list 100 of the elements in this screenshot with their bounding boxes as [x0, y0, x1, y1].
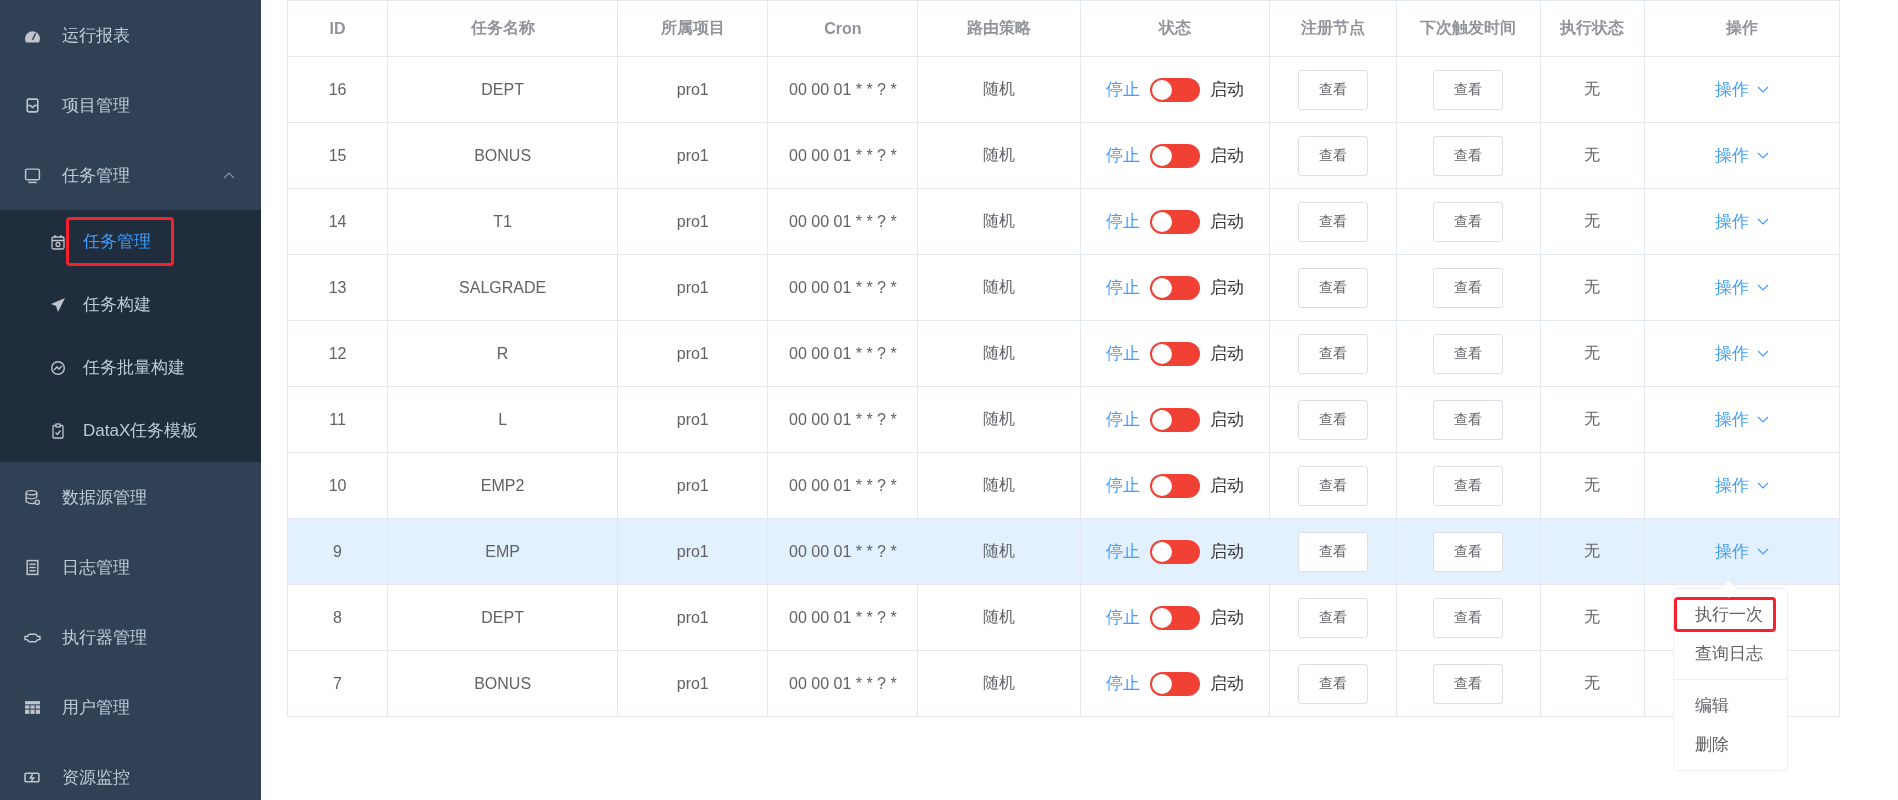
- table-row[interactable]: 10 EMP2 pro1 00 00 01 * * ? * 随机 停止 启动 查看 查看 无 操作: [287, 452, 1840, 519]
- database-icon: [24, 488, 41, 506]
- view-button[interactable]: 查看: [1433, 399, 1504, 440]
- table-cell: 00 00 01 * * ? *: [767, 386, 918, 453]
- caret-icon: [1756, 547, 1769, 556]
- toggle-switch[interactable]: [1150, 209, 1201, 234]
- column-header: 路由策略: [917, 0, 1081, 57]
- menu-item[interactable]: 项目管理: [0, 70, 261, 140]
- table-cell: 无: [1540, 254, 1645, 321]
- view-button[interactable]: 查看: [1297, 333, 1368, 374]
- menu-item[interactable]: 用户管理: [0, 672, 261, 742]
- menu-item[interactable]: 运行报表: [0, 0, 261, 70]
- table-cell: pro1: [617, 320, 768, 387]
- table-cell: 00 00 01 * * ? *: [767, 650, 918, 717]
- caret-icon: [1756, 349, 1769, 358]
- table-cell: 00 00 01 * * ? *: [767, 122, 918, 189]
- submenu-item[interactable]: 任务管理: [0, 210, 261, 273]
- table-cell: 00 00 01 * * ? *: [767, 320, 918, 387]
- column-header: Cron: [767, 0, 918, 57]
- view-button[interactable]: 查看: [1297, 465, 1368, 506]
- table-cell: 15: [287, 122, 388, 189]
- table-cell: SALGRADE: [387, 254, 618, 321]
- menu-item[interactable]: 日志管理: [0, 532, 261, 602]
- view-button[interactable]: 查看: [1433, 597, 1504, 638]
- table-row[interactable]: 12 R pro1 00 00 01 * * ? * 随机 停止 启动 查看 查看 无 操作: [287, 320, 1840, 387]
- dial-icon: [50, 359, 66, 376]
- grid-icon: [24, 698, 41, 716]
- view-button[interactable]: 查看: [1433, 267, 1504, 308]
- switch-label[interactable]: 启动: [1210, 144, 1245, 167]
- view-button[interactable]: 查看: [1297, 399, 1368, 440]
- table-cell: pro1: [617, 188, 768, 255]
- switch-label[interactable]: 启动: [1210, 474, 1245, 497]
- table-cell: 无: [1540, 122, 1645, 189]
- view-button[interactable]: 查看: [1433, 663, 1504, 704]
- table-cell: 13: [287, 254, 388, 321]
- submenu-label: 任务构建: [82, 294, 152, 316]
- switch-label[interactable]: 启动: [1210, 78, 1245, 101]
- toggle-switch[interactable]: [1150, 605, 1201, 630]
- view-button[interactable]: 查看: [1433, 333, 1504, 374]
- table-row[interactable]: 9 EMP pro1 00 00 01 * * ? * 随机 停止 启动 查看 查看 无 操作: [287, 518, 1840, 585]
- table-row[interactable]: 11 L pro1 00 00 01 * * ? * 随机 停止 启动 查看 查看 无 操作: [287, 386, 1840, 453]
- column-header: 执行状态: [1540, 0, 1645, 57]
- menu-item[interactable]: 任务管理: [0, 140, 261, 210]
- menu-item[interactable]: 执行器管理: [0, 602, 261, 672]
- table-cell: 无: [1540, 56, 1645, 123]
- table-cell: T1: [387, 188, 618, 255]
- view-button[interactable]: 查看: [1297, 531, 1368, 572]
- table-cell: L: [387, 386, 618, 453]
- table-row[interactable]: 15 BONUS pro1 00 00 01 * * ? * 随机 停止 启动 查看 查看 无 操作: [287, 122, 1840, 189]
- dropdown-item[interactable]: 执行一次: [1674, 597, 1776, 632]
- table-cell: EMP2: [387, 452, 618, 519]
- toggle-switch[interactable]: [1150, 143, 1201, 168]
- view-button[interactable]: 查看: [1297, 597, 1368, 638]
- view-button[interactable]: 查看: [1297, 201, 1368, 242]
- view-button[interactable]: 查看: [1433, 135, 1504, 176]
- toggle-switch[interactable]: [1150, 77, 1201, 102]
- toggle-switch[interactable]: [1150, 539, 1201, 564]
- switch-label[interactable]: 启动: [1210, 210, 1245, 233]
- table-row[interactable]: 14 T1 pro1 00 00 01 * * ? * 随机 停止 启动 查看 查看 无 操作: [287, 188, 1840, 255]
- table-cell: pro1: [617, 254, 768, 321]
- table-row[interactable]: 16 DEPT pro1 00 00 01 * * ? * 随机 停止 启动 查看 查看 无 操作: [287, 56, 1840, 123]
- toggle-switch[interactable]: [1150, 671, 1201, 696]
- column-header: 状态: [1081, 0, 1270, 57]
- menu-label: 资源监控: [62, 766, 130, 789]
- table-cell: 8: [287, 584, 388, 651]
- submenu-item[interactable]: 任务构建: [0, 273, 261, 336]
- menu-label: 任务管理: [62, 164, 130, 187]
- toggle-switch[interactable]: [1150, 275, 1201, 300]
- view-button[interactable]: 查看: [1297, 135, 1368, 176]
- menu-item[interactable]: 数据源管理: [0, 462, 261, 532]
- switch-label[interactable]: 启动: [1210, 606, 1245, 629]
- view-button[interactable]: 查看: [1433, 531, 1504, 572]
- submenu-label: DataX任务模板: [82, 420, 200, 442]
- table-cell: pro1: [617, 650, 768, 717]
- toggle-switch[interactable]: [1150, 473, 1201, 498]
- view-button[interactable]: 查看: [1297, 267, 1368, 308]
- table-cell: pro1: [617, 518, 768, 585]
- toggle-switch[interactable]: [1150, 341, 1201, 366]
- switch-label[interactable]: 启动: [1210, 672, 1245, 695]
- toggle-switch[interactable]: [1150, 407, 1201, 432]
- table-cell: 无: [1540, 188, 1645, 255]
- menu-label: 日志管理: [62, 556, 130, 579]
- submenu-item[interactable]: 任务批量构建: [0, 336, 261, 399]
- table-cell: pro1: [617, 56, 768, 123]
- dropdown-item[interactable]: 删除: [1674, 727, 1742, 762]
- menu-item[interactable]: 资源监控: [0, 742, 261, 800]
- view-button[interactable]: 查看: [1433, 201, 1504, 242]
- view-button[interactable]: 查看: [1433, 69, 1504, 110]
- view-button[interactable]: 查看: [1297, 69, 1368, 110]
- switch-label[interactable]: 启动: [1210, 342, 1245, 365]
- switch-label[interactable]: 启动: [1210, 540, 1245, 563]
- switch-label[interactable]: 启动: [1210, 276, 1245, 299]
- table-row[interactable]: 13 SALGRADE pro1 00 00 01 * * ? * 随机 停止 启动 查看 查看 无 操作: [287, 254, 1840, 321]
- table-cell: 无: [1540, 650, 1645, 717]
- switch-label[interactable]: 启动: [1210, 408, 1245, 431]
- table-cell: 00 00 01 * * ? *: [767, 188, 918, 255]
- view-button[interactable]: 查看: [1297, 663, 1368, 704]
- submenu-item[interactable]: DataX任务模板: [0, 399, 261, 462]
- view-button[interactable]: 查看: [1433, 465, 1504, 506]
- table-cell: 随机: [917, 254, 1081, 321]
